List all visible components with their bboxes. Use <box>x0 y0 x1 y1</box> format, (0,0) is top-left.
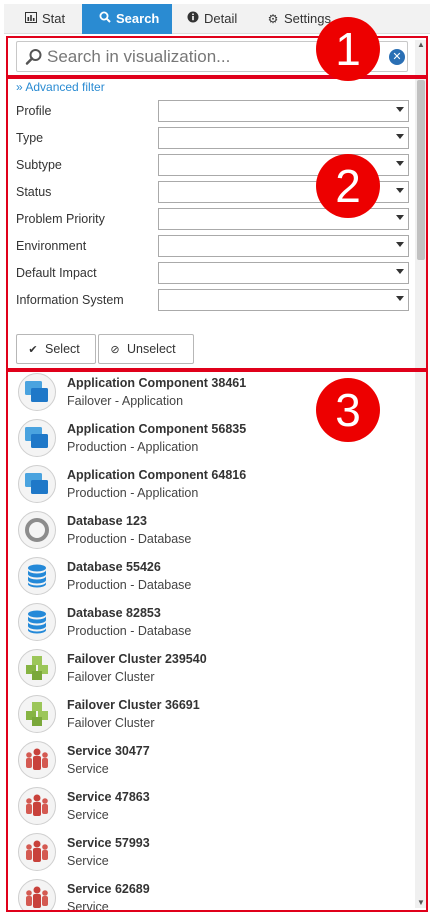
tab-settings-label: Settings <box>284 11 331 26</box>
annotation-box-2 <box>6 77 428 370</box>
info-icon <box>186 4 200 34</box>
tab-detail-label: Detail <box>204 11 238 26</box>
tab-search[interactable]: Search <box>82 4 172 34</box>
tab-detail[interactable]: Detail <box>182 4 260 34</box>
bar-chart-icon <box>24 4 38 34</box>
tab-stat-label: Stat <box>42 11 66 26</box>
annotation-badge-3: 3 <box>316 378 380 442</box>
annotation-box-3 <box>6 370 428 912</box>
tab-stat[interactable]: Stat <box>20 4 82 34</box>
tab-search-label: Search <box>116 11 160 26</box>
search-icon <box>98 4 112 34</box>
annotation-badge-2: 2 <box>316 154 380 218</box>
annotation-badge-1: 1 <box>316 17 380 81</box>
gear-icon: ⚙ <box>267 12 279 26</box>
